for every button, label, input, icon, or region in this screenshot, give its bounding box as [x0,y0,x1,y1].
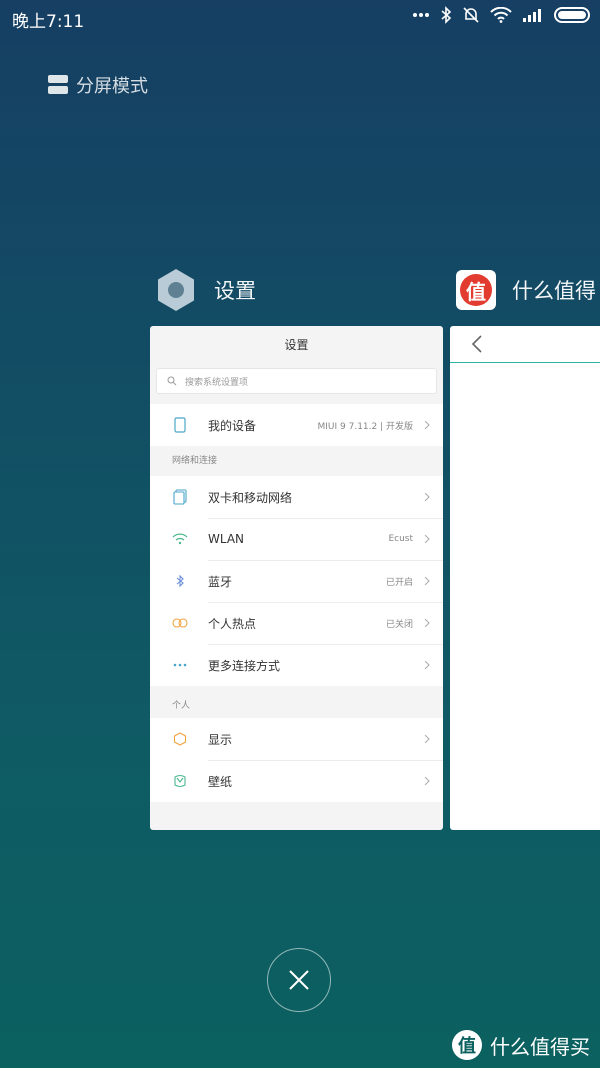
chevron-right-icon [424,777,430,785]
settings-gear-icon [154,268,198,312]
network-group: 双卡和移动网络 WLAN Ecust 蓝牙 已开启 个人热点 已关闭 更多连接方… [150,476,443,686]
mute-bell-icon [462,6,480,24]
split-screen-label: 分屏模式 [76,76,148,97]
smzdm-topbar [450,326,600,363]
bluetooth-icon [172,573,188,589]
watermark-text: 什么值得买 [490,1034,590,1059]
back-arrow-icon[interactable] [470,335,484,353]
chevron-right-icon [424,619,430,627]
settings-row-wallpaper[interactable]: 壁纸 [150,760,443,802]
smzdm-recent-card[interactable] [450,326,600,830]
watermark-logo: 值 [452,1030,482,1060]
settings-row-display[interactable]: 显示 [150,718,443,760]
more-dots-icon [172,657,188,673]
settings-row-sim[interactable]: 双卡和移动网络 [150,476,443,518]
settings-recent-card[interactable]: 设置 搜索系统设置项 我的设备 MIUI 9 7.11.2 | 开发版 网络和连… [150,326,443,830]
chevron-right-icon [424,535,430,543]
device-group: 我的设备 MIUI 9 7.11.2 | 开发版 [150,404,443,446]
settings-row-more-connections[interactable]: 更多连接方式 [150,644,443,686]
settings-row-hotspot[interactable]: 个人热点 已关闭 [150,602,443,644]
chevron-right-icon [424,735,430,743]
wallpaper-icon [172,773,188,789]
clear-all-button[interactable] [267,948,331,1012]
network-section-header: 网络和连接 [150,446,443,476]
chevron-right-icon [424,421,430,429]
status-time: 晚上7:11 [12,12,85,32]
smzdm-logo-icon: 值 [456,270,496,310]
settings-row-wlan[interactable]: WLAN Ecust [150,518,443,560]
wifi-icon [172,531,188,547]
smzdm-app-title: 什么值得 [512,279,596,303]
bluetooth-icon [440,6,452,24]
more-dots-icon [412,12,430,18]
smzdm-app-header[interactable]: 值 什么值得 [456,270,596,310]
settings-card-title: 设置 [284,338,309,352]
battery-icon [554,7,590,23]
phone-icon [172,417,188,433]
signal-icon [522,8,544,22]
split-screen-icon [48,75,68,95]
personal-group: 显示 壁纸 [150,718,443,802]
settings-app-header[interactable]: 设置 [154,268,256,312]
status-bar: 晚上7:11 [0,0,600,36]
settings-search-input[interactable]: 搜索系统设置项 [156,368,437,394]
chevron-right-icon [424,661,430,669]
settings-row-my-device[interactable]: 我的设备 MIUI 9 7.11.2 | 开发版 [150,404,443,446]
chevron-right-icon [424,493,430,501]
hotspot-icon [172,615,188,631]
status-icons [412,6,590,24]
sim-card-icon [172,489,188,505]
wifi-icon [490,7,512,23]
search-placeholder: 搜索系统设置项 [185,377,249,388]
settings-app-title: 设置 [214,279,256,303]
personal-section-header: 个人 [150,694,443,718]
search-icon [167,376,177,386]
split-screen-button[interactable]: 分屏模式 [48,72,148,98]
display-icon [172,731,188,747]
watermark: 值 什么值得买 [452,1030,590,1060]
settings-row-bluetooth[interactable]: 蓝牙 已开启 [150,560,443,602]
close-icon [289,970,309,990]
chevron-right-icon [424,577,430,585]
